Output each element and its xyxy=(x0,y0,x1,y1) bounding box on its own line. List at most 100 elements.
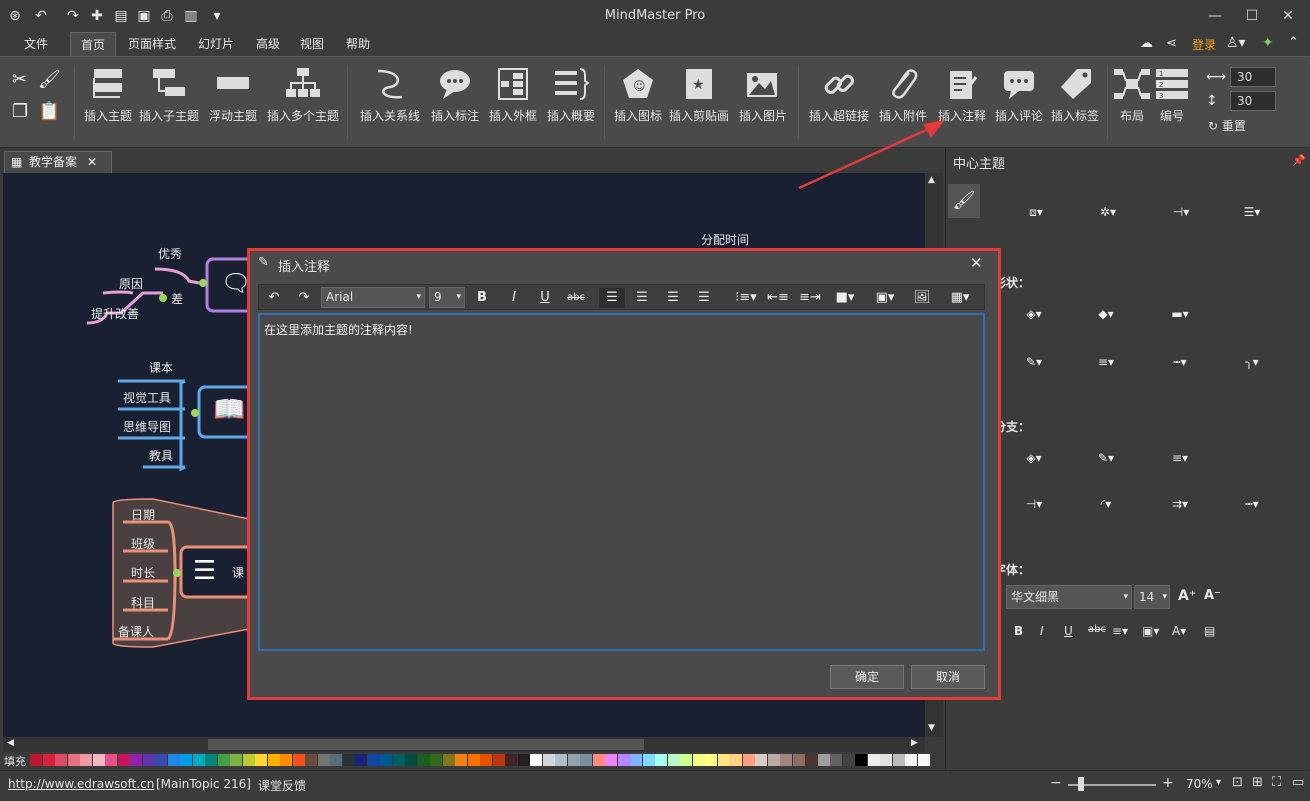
color-swatch[interactable] xyxy=(167,754,180,766)
color-swatch[interactable] xyxy=(405,754,417,766)
color-swatch[interactable] xyxy=(567,754,580,766)
color-swatch[interactable] xyxy=(555,754,567,766)
node-date[interactable]: 日期 xyxy=(131,506,155,523)
color-swatch[interactable] xyxy=(655,754,667,766)
fit-width-icon[interactable]: ⊞ xyxy=(1252,775,1263,790)
color-swatch[interactable] xyxy=(892,754,905,766)
pin-icon[interactable]: 📌 xyxy=(1292,154,1306,167)
editor-align-center-icon[interactable]: ☰ xyxy=(631,288,653,308)
layout-style-icon[interactable]: ⧈▾ xyxy=(1006,194,1066,230)
scroll-left-icon[interactable]: ◀ xyxy=(7,738,14,748)
color-swatch[interactable] xyxy=(342,754,355,766)
theme-icon[interactable]: ♙▾ xyxy=(1226,35,1246,51)
branch-layout-icon[interactable]: ⊣▾ xyxy=(1151,194,1211,230)
editor-italic-icon[interactable]: I xyxy=(505,288,523,308)
color-swatch[interactable] xyxy=(505,754,517,766)
insert-boundary-button[interactable]: 插入外框 xyxy=(486,65,540,124)
color-swatch[interactable] xyxy=(742,754,755,766)
editor-font-color-icon[interactable]: ■▾ xyxy=(833,288,857,308)
editor-indent-icon[interactable]: ≡⇥ xyxy=(797,288,823,308)
color-swatch[interactable] xyxy=(880,754,892,766)
editor-bold-icon[interactable]: B xyxy=(473,288,491,308)
website-link[interactable]: http://www.edrawsoft.cn xyxy=(8,777,154,791)
editor-highlight-icon[interactable]: ▣▾ xyxy=(871,288,899,308)
menu-help[interactable]: 帮助 xyxy=(338,32,378,56)
node-bad[interactable]: 差 xyxy=(171,290,183,307)
menu-file[interactable]: 文件 xyxy=(14,32,58,56)
color-swatch[interactable] xyxy=(842,754,855,766)
ok-button[interactable]: 确定 xyxy=(830,665,904,689)
menu-slides[interactable]: 幻灯片 xyxy=(188,32,244,56)
color-swatch[interactable] xyxy=(442,754,455,766)
border-color-icon[interactable]: ✎▾ xyxy=(1004,344,1064,380)
color-swatch[interactable] xyxy=(480,754,492,766)
connector-style-icon[interactable]: ⊣▾ xyxy=(1004,486,1064,522)
color-swatch[interactable] xyxy=(455,754,467,766)
format-painter-icon[interactable]: 🖌 xyxy=(38,69,61,90)
note-editor[interactable]: 在这里添加主题的注释内容! xyxy=(258,313,985,651)
editor-strikethrough-icon[interactable]: abc xyxy=(565,288,587,308)
node-subject[interactable]: 科目 xyxy=(131,594,155,611)
zoom-slider-thumb[interactable] xyxy=(1078,777,1084,791)
editor-align-right-icon[interactable]: ☰ xyxy=(662,288,684,308)
cloud-icon[interactable]: ☁ xyxy=(1140,36,1153,51)
node-textbook[interactable]: 课本 xyxy=(149,359,173,376)
scroll-right-icon[interactable]: ▶ xyxy=(911,738,918,748)
corner-style-icon[interactable]: ╮▾ xyxy=(1222,344,1282,380)
color-swatch[interactable] xyxy=(142,754,155,766)
node-reason[interactable]: 原因 xyxy=(119,275,143,292)
color-swatch[interactable] xyxy=(367,754,380,766)
color-swatch[interactable] xyxy=(380,754,392,766)
fill-color-icon[interactable]: ◈▾ xyxy=(1004,296,1064,332)
insert-image-button[interactable]: 插入图片 xyxy=(734,65,792,124)
color-swatch[interactable] xyxy=(867,754,880,766)
color-swatch[interactable] xyxy=(30,754,42,766)
color-swatch[interactable] xyxy=(767,754,780,766)
color-swatch[interactable] xyxy=(192,754,205,766)
editor-insert-image-icon[interactable]: 🖼 xyxy=(911,288,933,308)
color-swatch[interactable] xyxy=(117,754,130,766)
color-swatch[interactable] xyxy=(55,754,67,766)
color-swatch[interactable] xyxy=(180,754,192,766)
cancel-button[interactable]: 取消 xyxy=(911,665,985,689)
branch-dash-icon[interactable]: ┅▾ xyxy=(1222,486,1282,522)
color-swatch[interactable] xyxy=(817,754,830,766)
radial-layout-icon[interactable]: ✲▾ xyxy=(1078,194,1138,230)
editor-redo-icon[interactable]: ↷ xyxy=(295,288,313,308)
close-window-button[interactable]: ✕ xyxy=(1268,4,1308,28)
insert-relationship-button[interactable]: 插入关系线 xyxy=(355,65,425,124)
topic-shape-icon[interactable]: ◆▾ xyxy=(1076,296,1136,332)
color-swatch[interactable] xyxy=(755,754,767,766)
color-swatch[interactable] xyxy=(105,754,117,766)
color-swatch[interactable] xyxy=(805,754,817,766)
color-swatch[interactable] xyxy=(305,754,317,766)
numbering-button[interactable]: 1 2 3 编号 xyxy=(1152,65,1192,124)
dialog-close-icon[interactable]: ✕ xyxy=(970,254,983,272)
branch-color-icon[interactable]: ✎▾ xyxy=(1076,440,1136,476)
text-format-icon[interactable]: ▤ xyxy=(1204,624,1215,638)
color-swatch[interactable] xyxy=(492,754,505,766)
color-swatch[interactable] xyxy=(542,754,555,766)
curve-style-icon[interactable]: ◜▾ xyxy=(1076,486,1136,522)
grow-font-icon[interactable]: A⁺ xyxy=(1178,588,1196,604)
menu-page-style[interactable]: 页面样式 xyxy=(120,32,184,56)
zoom-out-icon[interactable]: − xyxy=(1050,775,1062,791)
rounded-rect-icon[interactable]: ▬▾ xyxy=(1150,296,1210,332)
color-swatch[interactable] xyxy=(855,754,867,766)
editor-underline-icon[interactable]: U xyxy=(536,288,554,308)
align-icon[interactable]: ≡▾ xyxy=(1112,624,1128,638)
color-swatch[interactable] xyxy=(717,754,730,766)
editor-insert-table-icon[interactable]: ▦▾ xyxy=(945,288,975,308)
presentation-icon[interactable]: ▭ xyxy=(1292,775,1304,790)
color-swatch[interactable] xyxy=(617,754,630,766)
color-swatch[interactable] xyxy=(317,754,330,766)
insert-topic-button[interactable]: 插入主题 xyxy=(82,65,134,124)
vertical-spacing-input[interactable]: 30 xyxy=(1230,91,1276,111)
color-swatch[interactable] xyxy=(155,754,167,766)
scroll-down-icon[interactable]: ▼ xyxy=(928,723,935,733)
insert-comment-button[interactable]: 插入评论 xyxy=(992,65,1046,124)
insert-clipart-button[interactable]: ★ 插入剪贴画 xyxy=(668,65,730,124)
menu-view[interactable]: 视图 xyxy=(292,32,332,56)
paste-icon[interactable]: 📋 xyxy=(38,101,60,122)
color-swatch[interactable] xyxy=(430,754,442,766)
